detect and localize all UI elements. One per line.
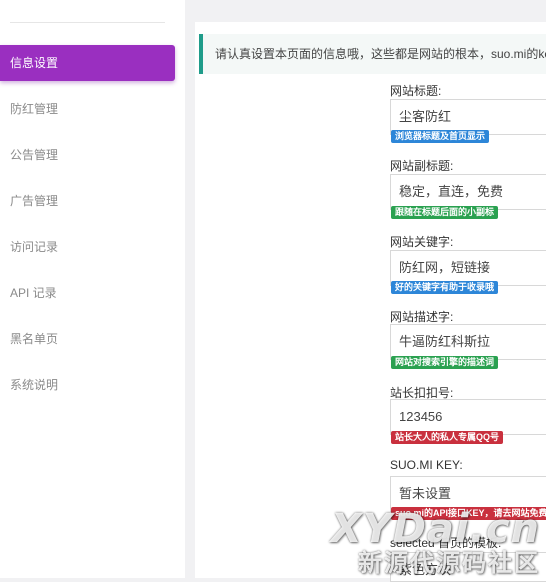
sidebar-item-anti-red[interactable]: 防红管理 <box>0 91 175 127</box>
sidebar-item-access-log[interactable]: 访问记录 <box>0 229 175 265</box>
sidebar-item-blacklist[interactable]: 黑名单页 <box>0 321 175 357</box>
site-description-input[interactable]: 牛逼防红科斯拉 <box>390 324 546 360</box>
watermark: XYDai.cn 新源代源码社区 <box>331 508 540 576</box>
admin-qq-hint: 站长大人的私人专属QQ号 <box>391 431 504 444</box>
site-subtitle-input[interactable]: 稳定，直连，免费 <box>390 174 546 210</box>
site-keywords-hint: 好的关键字有助于收录哦 <box>391 281 499 294</box>
notice-banner: 请认真设置本页面的信息哦，这些都是网站的根本，suo.mi的key直接去 <box>199 34 546 74</box>
site-description-hint: 网站对搜索引擎的描述词 <box>391 356 499 369</box>
suomi-key-label: SUO.MI KEY: <box>390 458 463 472</box>
sidebar-divider <box>10 22 165 23</box>
site-subtitle-label: 网站副标题: <box>390 159 454 173</box>
watermark-domain: XYDai.cn <box>330 506 540 552</box>
site-title-hint: 浏览器标题及首页显示 <box>391 130 490 143</box>
admin-qq-input[interactable]: 123456 <box>390 399 546 435</box>
site-keywords-label: 网站关键字: <box>390 235 454 249</box>
sidebar: 信息设置 防红管理 公告管理 广告管理 访问记录 API 记录 黑名单页 系统说… <box>0 0 185 578</box>
site-description-label: 网站描述字: <box>390 310 454 324</box>
sidebar-item-api-log[interactable]: API 记录 <box>0 275 175 311</box>
sidebar-item-ads[interactable]: 广告管理 <box>0 183 175 219</box>
sidebar-item-system-info[interactable]: 系统说明 <box>0 367 175 403</box>
site-subtitle-hint: 跟随在标题后面的小副标 <box>391 206 499 219</box>
watermark-site-name: 新源代源码社区 <box>358 549 540 577</box>
sidebar-item-announcements[interactable]: 公告管理 <box>0 137 175 173</box>
sidebar-item-info-settings[interactable]: 信息设置 <box>0 45 175 81</box>
site-title-label: 网站标题: <box>390 84 442 98</box>
